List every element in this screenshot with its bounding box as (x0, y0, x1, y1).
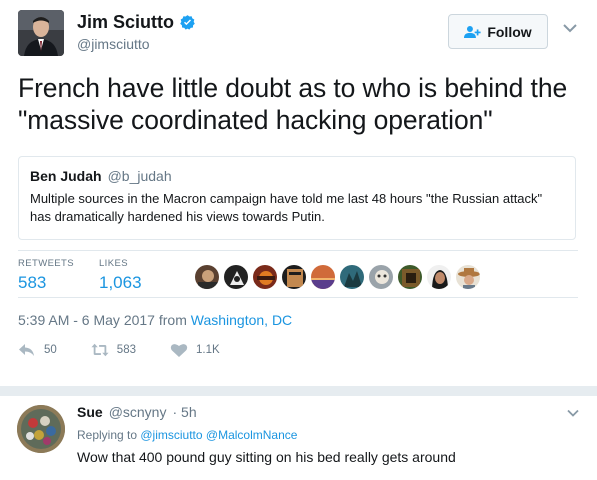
verified-badge-icon (180, 15, 195, 30)
author-avatar[interactable] (18, 10, 64, 56)
reply-header: Sue @scnyny · 5h (77, 404, 197, 420)
liker-avatar[interactable] (397, 264, 423, 290)
retweets-label: RETWEETS (18, 258, 74, 269)
liker-avatar[interactable] (310, 264, 336, 290)
reply-timestamp[interactable]: · 5h (172, 404, 196, 420)
liker-avatar[interactable] (281, 264, 307, 290)
replying-to: Replying to @jimsciutto @MalcolmNance (77, 428, 297, 442)
quoted-author-handle: @b_judah (107, 168, 172, 184)
quoted-tweet-text: Multiple sources in the Macron campaign … (30, 191, 543, 224)
chevron-down-icon[interactable] (563, 23, 577, 33)
tweet-timestamp: 5:39 AM - 6 May 2017 from Washington, DC (18, 312, 292, 328)
likes-label: LIKES (99, 258, 128, 269)
follow-label: Follow (487, 23, 532, 40)
liker-avatar[interactable] (339, 264, 365, 290)
add-user-icon (464, 25, 481, 38)
retweet-button[interactable]: 583 (91, 342, 136, 358)
retweet-count: 583 (116, 344, 136, 356)
reply-author-name[interactable]: Sue (77, 404, 103, 420)
quoted-author-name: Ben Judah (30, 168, 102, 184)
retweet-icon (91, 343, 109, 357)
chevron-down-icon[interactable] (567, 409, 579, 417)
author-name-text[interactable]: Jim Sciutto (77, 12, 174, 33)
liker-avatar[interactable] (252, 264, 278, 290)
tweet-text: French have little doubt as to who is be… (18, 73, 568, 135)
reply-text: Wow that 400 pound guy sitting on his be… (77, 449, 456, 465)
reply-tweet[interactable]: Sue @scnyny · 5h Replying to @jimsciutto… (0, 396, 597, 480)
reply-author-avatar[interactable] (17, 405, 65, 453)
liker-avatar[interactable] (223, 264, 249, 290)
author-name[interactable]: Jim Sciutto (77, 12, 196, 33)
reply-author-handle[interactable]: @scnyny (109, 404, 167, 420)
quoted-tweet[interactable]: Ben Judah @b_judah Multiple sources in t… (18, 156, 576, 240)
retweets-stat[interactable]: RETWEETS 583 (18, 258, 74, 293)
liker-avatar[interactable] (368, 264, 394, 290)
like-count: 1.1K (195, 344, 220, 356)
replying-mentions[interactable]: @jimsciutto @MalcolmNance (140, 428, 297, 442)
tweet-actions: 50 583 1.1K (18, 342, 254, 358)
retweets-count[interactable]: 583 (18, 273, 74, 293)
reply-button[interactable]: 50 (18, 342, 57, 358)
liker-avatar[interactable] (426, 264, 452, 290)
tweet-stats: RETWEETS 583 LIKES 1,063 (18, 250, 578, 298)
reply-icon (19, 344, 34, 356)
liker-avatars (194, 264, 481, 290)
quoted-tweet-header: Ben Judah @b_judah (30, 168, 172, 184)
liker-avatar[interactable] (455, 264, 481, 290)
liker-avatar[interactable] (194, 264, 220, 290)
replying-prefix: Replying to (77, 428, 141, 442)
like-button[interactable]: 1.1K (170, 342, 220, 358)
author-handle[interactable]: @jimsciutto (77, 36, 150, 52)
main-tweet: Jim Sciutto @jimsciutto Follow French ha… (0, 0, 597, 386)
likes-stat[interactable]: LIKES 1,063 (99, 258, 142, 293)
likes-count[interactable]: 1,063 (99, 273, 142, 293)
section-divider (0, 386, 597, 396)
reply-count: 50 (44, 344, 57, 356)
tweet-location-link[interactable]: Washington, DC (191, 312, 292, 328)
timestamp-text: 5:39 AM - 6 May 2017 from (18, 312, 191, 328)
heart-icon (170, 344, 188, 357)
follow-button[interactable]: Follow (448, 14, 548, 49)
